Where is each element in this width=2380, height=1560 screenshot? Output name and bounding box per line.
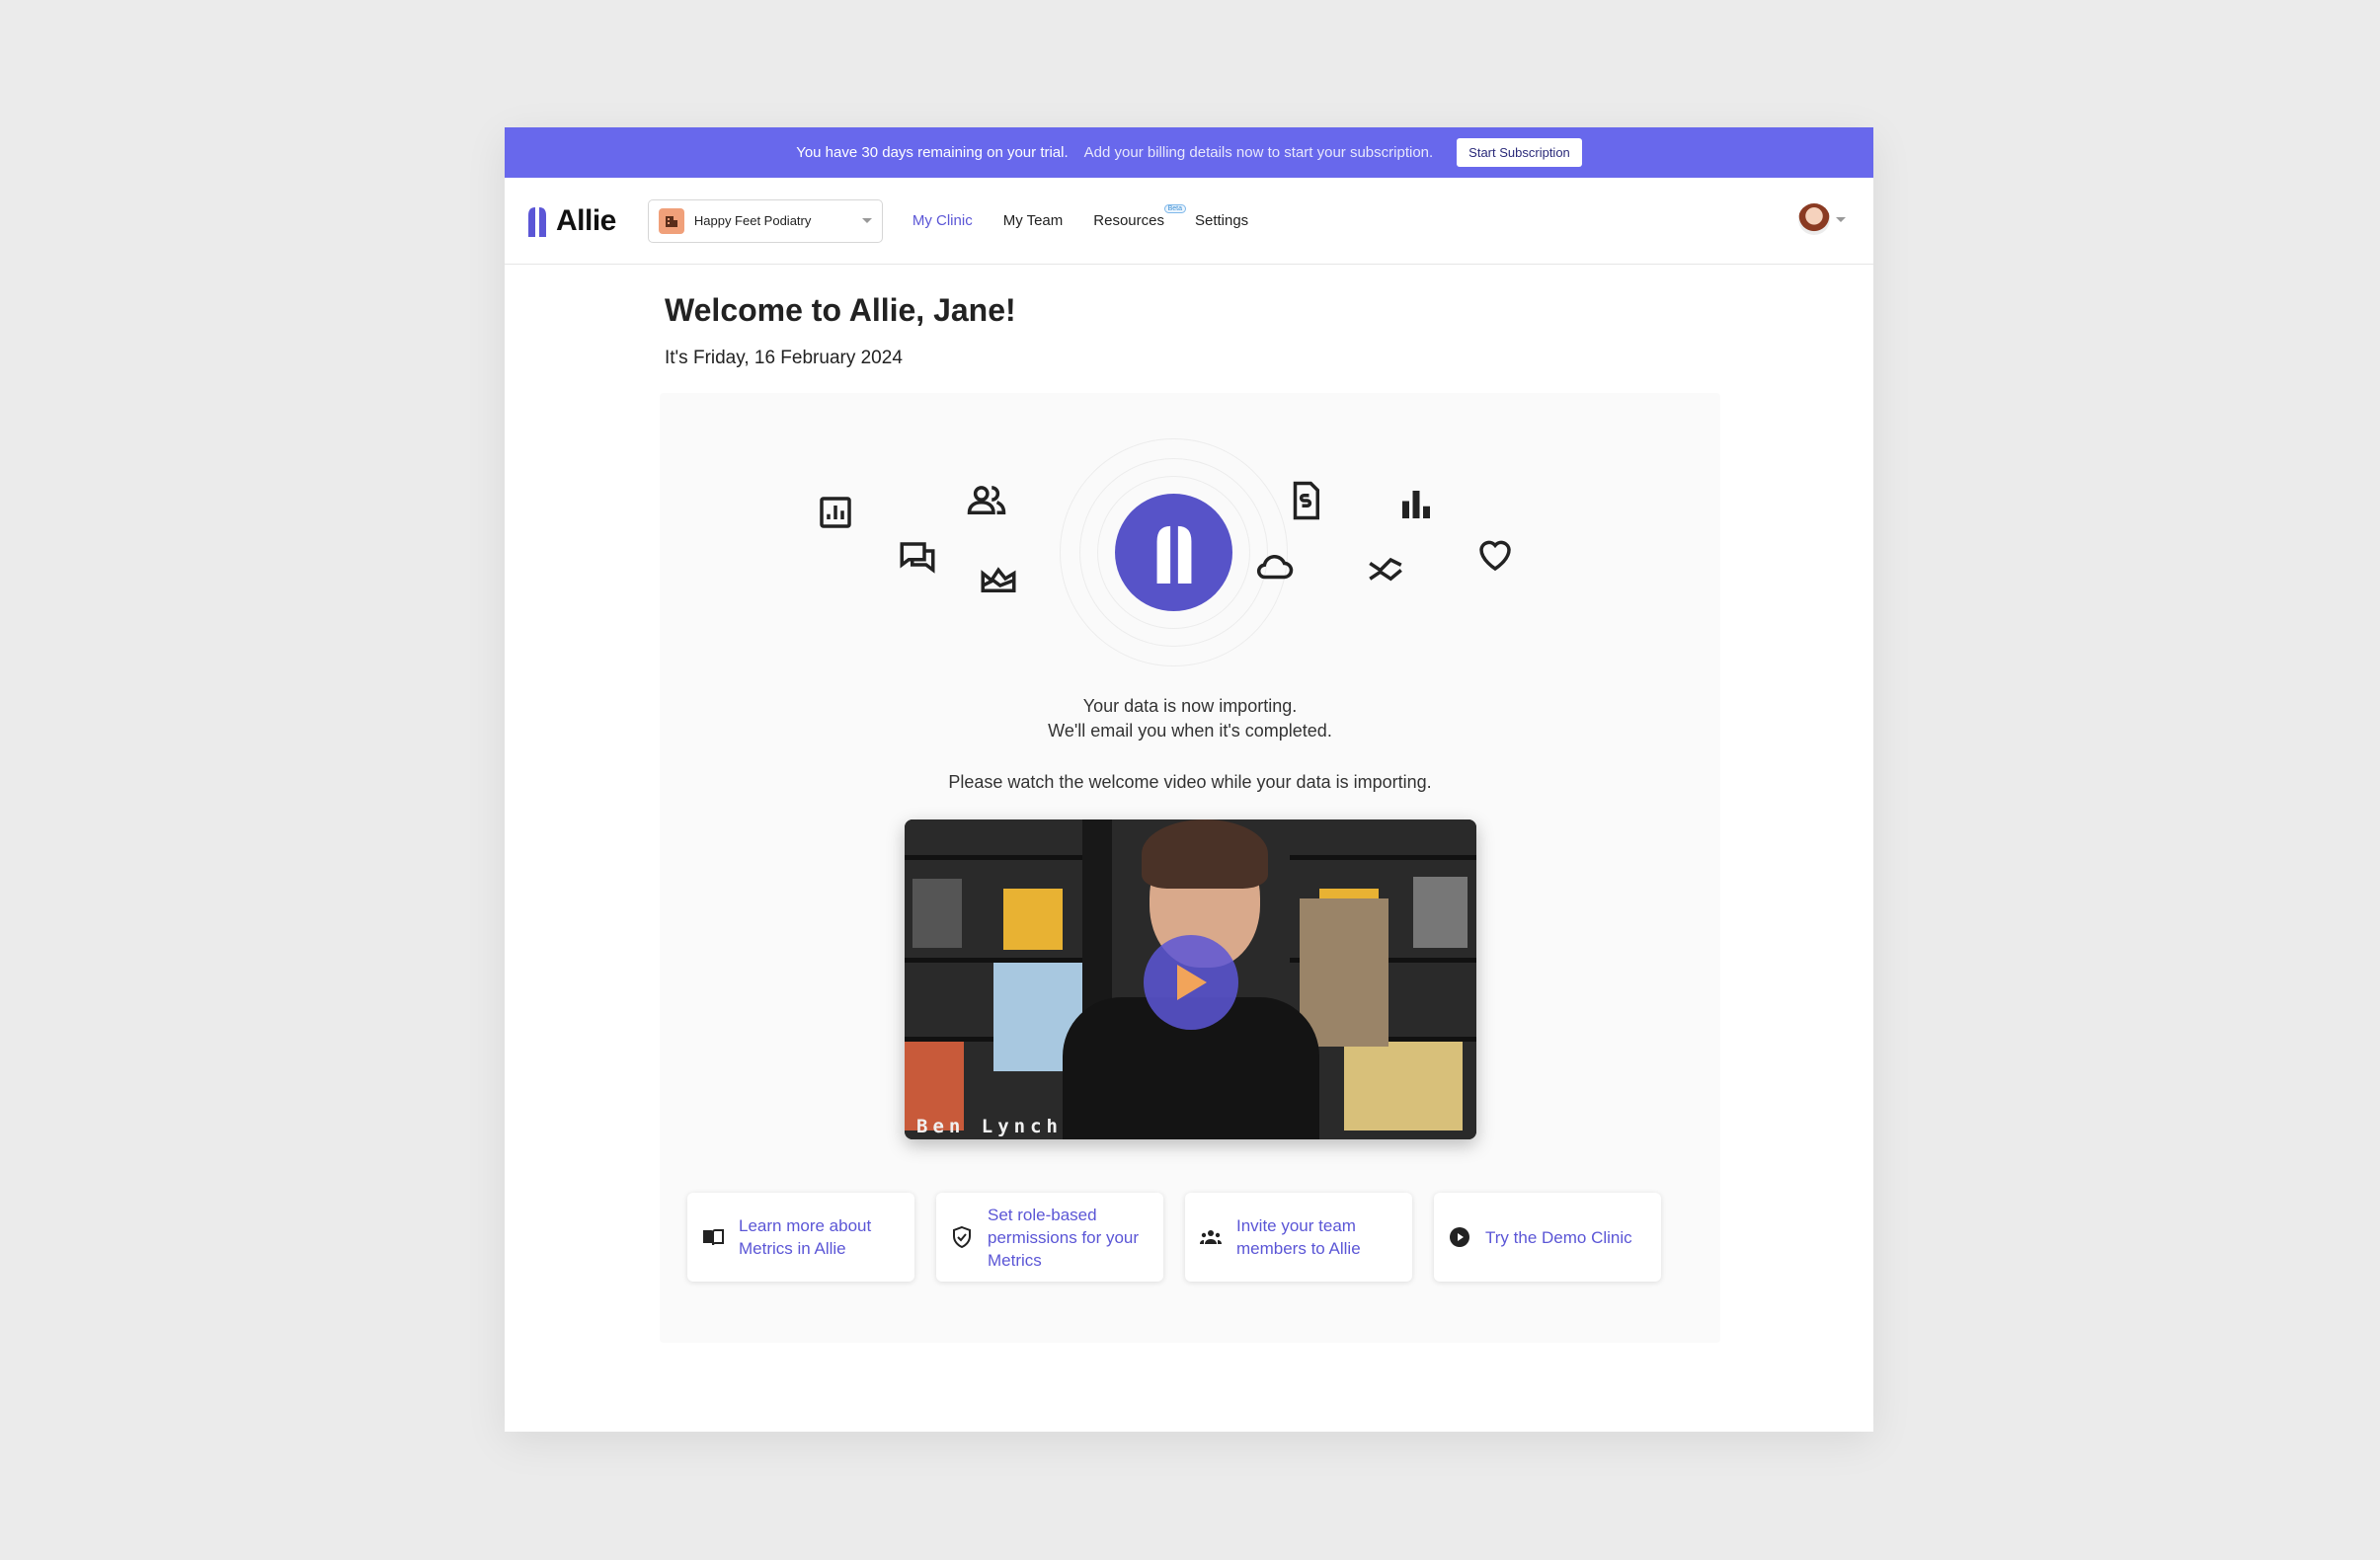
- cloud-icon: [1253, 546, 1295, 587]
- current-date: It's Friday, 16 February 2024: [665, 348, 903, 368]
- card-role-permissions-label: Set role-based permissions for your Metr…: [988, 1205, 1140, 1270]
- nav-my-clinic[interactable]: My Clinic: [912, 212, 973, 229]
- allie-logo-icon: [528, 206, 546, 237]
- chevron-down-icon: [861, 218, 872, 223]
- page-title: Welcome to Allie, Jane!: [665, 292, 1016, 328]
- shield-check-icon: [953, 1225, 971, 1249]
- top-navbar: Allie Happy Feet Podiatry My Clinic My T…: [505, 178, 1873, 265]
- book-icon: [703, 1229, 724, 1246]
- bar-chart-icon: [1395, 484, 1437, 525]
- clinic-building-icon: [658, 207, 684, 234]
- invoice-icon: [1285, 480, 1326, 521]
- video-prompt: Please watch the welcome video while you…: [948, 772, 1432, 792]
- welcome-video[interactable]: Ben Lynch: [905, 819, 1476, 1139]
- logo-text: Allie: [556, 203, 616, 237]
- card-demo-clinic-label: Try the Demo Clinic: [1485, 1227, 1632, 1247]
- play-button[interactable]: [1144, 935, 1238, 1030]
- allie-logo-icon: [1115, 494, 1232, 611]
- presenter-hair: [1142, 819, 1268, 889]
- card-learn-metrics[interactable]: Learn more about Metrics in Allie: [687, 1193, 914, 1282]
- quick-actions: Learn more about Metrics in Allie Set ro…: [687, 1193, 1661, 1282]
- trend-icon: [1365, 546, 1406, 587]
- trial-text: You have 30 days remaining on your trial…: [796, 144, 1069, 161]
- nav-settings[interactable]: Settings: [1195, 212, 1248, 229]
- clinic-name: Happy Feet Podiatry: [693, 213, 812, 228]
- user-menu[interactable]: [1798, 203, 1846, 235]
- video-caption: Ben Lynch: [916, 1116, 1063, 1137]
- card-invite-team[interactable]: Invite your team members to Allie: [1185, 1193, 1412, 1282]
- main-menu: My Clinic My Team Resources Beta Settings: [912, 204, 1248, 229]
- billing-text: Add your billing details now to start yo…: [1083, 144, 1434, 161]
- people-icon: [966, 480, 1007, 521]
- start-subscription-button[interactable]: Start Subscription: [1457, 138, 1582, 167]
- card-role-permissions[interactable]: Set role-based permissions for your Metr…: [936, 1193, 1163, 1282]
- avatar: [1798, 203, 1830, 235]
- app-window: You have 30 days remaining on your trial…: [505, 127, 1873, 1432]
- nav-my-team[interactable]: My Team: [1003, 212, 1064, 229]
- allie-logo[interactable]: Allie: [526, 204, 616, 238]
- import-status-line2: We'll email you when it's completed.: [1048, 721, 1332, 741]
- chat-icon: [897, 537, 938, 579]
- clinic-selector[interactable]: Happy Feet Podiatry: [647, 198, 883, 243]
- trial-banner: You have 30 days remaining on your trial…: [505, 127, 1873, 178]
- card-demo-clinic[interactable]: Try the Demo Clinic: [1434, 1193, 1661, 1282]
- report-icon: [815, 492, 856, 533]
- card-invite-team-label: Invite your team members to Allie: [1236, 1216, 1361, 1258]
- chevron-down-icon: [1836, 216, 1846, 222]
- play-circle-icon: [1450, 1227, 1469, 1247]
- group-icon: [1200, 1230, 1222, 1244]
- beta-badge: Beta: [1163, 204, 1186, 213]
- nav-resources[interactable]: Resources Beta: [1093, 204, 1186, 229]
- nav-resources-label: Resources: [1093, 212, 1164, 229]
- play-icon: [1177, 965, 1207, 1000]
- card-learn-metrics-label: Learn more about Metrics in Allie: [739, 1216, 872, 1258]
- hero-illustration: [660, 393, 1720, 679]
- landscape-icon: [978, 558, 1019, 599]
- import-panel: Your data is now importing. We'll email …: [660, 393, 1720, 1343]
- heart-icon: [1474, 534, 1516, 576]
- import-status-line1: Your data is now importing.: [1082, 696, 1298, 716]
